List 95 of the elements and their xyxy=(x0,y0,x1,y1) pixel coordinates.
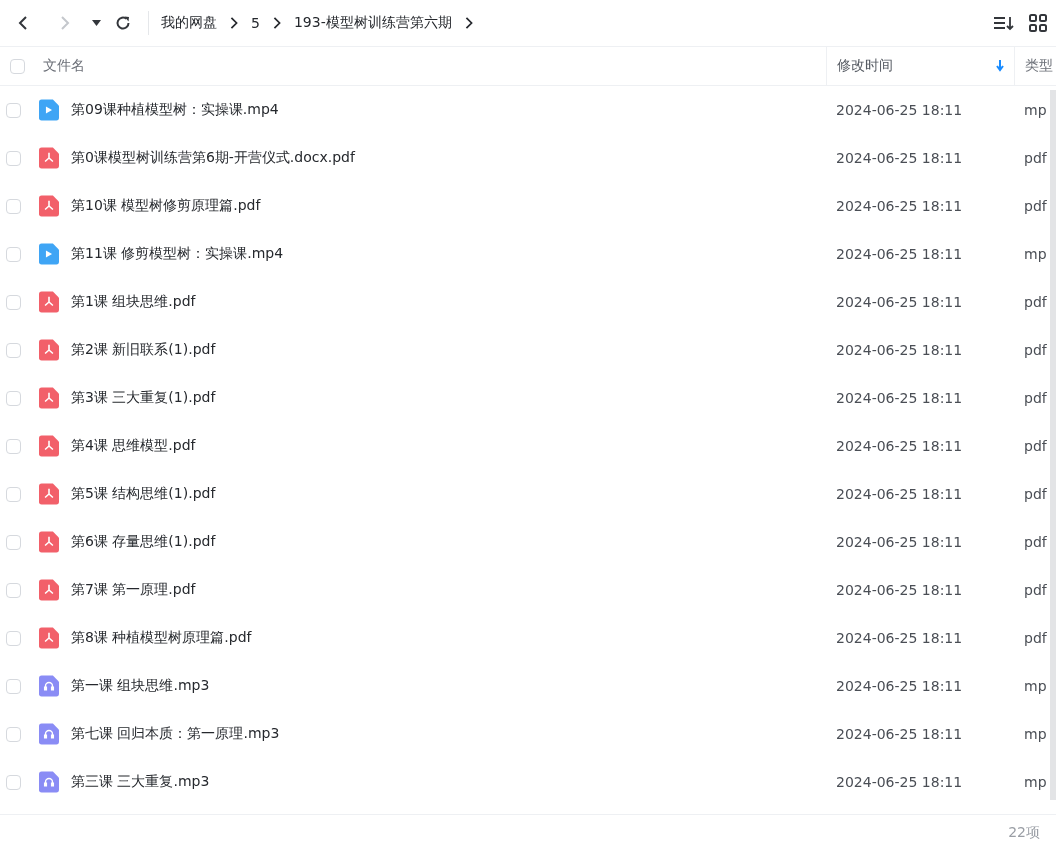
row-checkbox[interactable] xyxy=(6,246,21,262)
sort-arrow-icon xyxy=(996,60,1004,72)
breadcrumb-link[interactable]: 193-模型树训练营第六期 xyxy=(293,14,452,32)
file-name: 第11课 修剪模型树：实操课.mp4 xyxy=(71,245,284,263)
row-checkbox[interactable] xyxy=(6,774,21,790)
column-header[interactable]: 类型 xyxy=(1025,57,1053,75)
file-type: pdf xyxy=(1023,438,1048,454)
file-type: mp xyxy=(1023,726,1048,742)
file-type: pdf xyxy=(1023,390,1048,406)
column-header[interactable]: 修改时间 xyxy=(837,57,893,75)
file-name: 第7课 第一原理.pdf xyxy=(71,581,196,599)
modified-time: 2024-06-25 18:11 xyxy=(835,774,964,790)
chevron-icon xyxy=(229,17,239,29)
sort-icon xyxy=(994,15,1014,31)
grid-icon xyxy=(1029,14,1047,32)
file-type: mp xyxy=(1023,246,1048,262)
file-name: 第3课 三大重复(1).pdf xyxy=(71,389,216,407)
breadcrumb-link[interactable]: 我的网盘 xyxy=(161,14,217,32)
file-name: 第4课 思维模型.pdf xyxy=(71,437,196,455)
row-checkbox[interactable] xyxy=(6,294,21,310)
caret-icon xyxy=(91,20,101,26)
row-checkbox[interactable] xyxy=(6,726,21,742)
file-type: pdf xyxy=(1023,486,1048,502)
modified-time: 2024-06-25 18:11 xyxy=(835,582,964,598)
modified-time: 2024-06-25 18:11 xyxy=(835,438,964,454)
row-checkbox[interactable] xyxy=(6,102,21,118)
file-type: mp xyxy=(1023,678,1048,694)
row-checkbox[interactable] xyxy=(6,630,21,646)
file-type: pdf xyxy=(1023,534,1048,550)
file-name: 第10课 模型树修剪原理篇.pdf xyxy=(71,197,261,215)
file-name: 第七课 回归本质：第一原理.mp3 xyxy=(71,725,280,743)
modified-time: 2024-06-25 18:11 xyxy=(835,150,964,166)
video-file-icon xyxy=(39,242,59,266)
grid-view-button[interactable] xyxy=(1026,11,1050,35)
modified-time: 2024-06-25 18:11 xyxy=(835,486,964,502)
row-checkbox[interactable] xyxy=(6,486,21,502)
modified-time: 2024-06-25 18:11 xyxy=(835,294,964,310)
chevron-icon xyxy=(463,17,474,29)
chevron-left-icon xyxy=(18,16,28,30)
pdf-file-icon xyxy=(39,290,59,314)
file-type: mp xyxy=(1023,102,1048,118)
row-checkbox[interactable] xyxy=(6,342,21,358)
chevron-right-icon xyxy=(60,16,70,30)
file-name: 第三课 三大重复.mp3 xyxy=(71,773,210,791)
column-header[interactable]: 文件名 xyxy=(43,57,85,75)
file-type: pdf xyxy=(1023,342,1048,358)
pdf-file-icon xyxy=(39,482,59,506)
pdf-file-icon xyxy=(39,194,59,218)
file-name: 第5课 结构思维(1).pdf xyxy=(71,485,216,503)
pdf-file-icon xyxy=(39,386,59,410)
file-name: 第一课 组块思维.mp3 xyxy=(71,677,210,695)
modified-time: 2024-06-25 18:11 xyxy=(835,198,964,214)
file-name: 第2课 新旧联系(1).pdf xyxy=(71,341,216,359)
video-file-icon xyxy=(39,98,59,122)
file-name: 第6课 存量思维(1).pdf xyxy=(71,533,216,551)
row-checkbox[interactable] xyxy=(6,534,21,550)
row-checkbox[interactable] xyxy=(6,678,21,694)
row-checkbox[interactable] xyxy=(6,438,21,454)
file-name: 第8课 种植模型树原理篇.pdf xyxy=(71,629,252,647)
row-checkbox[interactable] xyxy=(6,198,21,214)
file-type: pdf xyxy=(1023,630,1048,646)
pdf-file-icon xyxy=(39,578,59,602)
chevron-icon xyxy=(271,17,282,29)
breadcrumb-link[interactable]: 5 xyxy=(251,15,260,31)
modified-time: 2024-06-25 18:11 xyxy=(835,390,964,406)
audio-file-icon xyxy=(39,770,59,794)
pdf-file-icon xyxy=(39,146,59,170)
file-name: 第1课 组块思维.pdf xyxy=(71,293,196,311)
modified-time: 2024-06-25 18:11 xyxy=(835,102,964,118)
audio-file-icon xyxy=(39,674,59,698)
modified-time: 2024-06-25 18:11 xyxy=(835,630,964,646)
select-all-checkbox[interactable] xyxy=(10,58,25,74)
file-type: pdf xyxy=(1023,198,1048,214)
audio-file-icon xyxy=(39,722,59,746)
modified-time: 2024-06-25 18:11 xyxy=(835,534,964,550)
file-type: pdf xyxy=(1023,294,1048,310)
modified-time: 2024-06-25 18:11 xyxy=(835,246,964,262)
pdf-file-icon xyxy=(39,626,59,650)
modified-time: 2024-06-25 18:11 xyxy=(835,726,964,742)
row-checkbox[interactable] xyxy=(6,582,21,598)
file-type: mp xyxy=(1023,774,1048,790)
file-type: pdf xyxy=(1023,582,1048,598)
item-count: 22项 xyxy=(1008,824,1040,842)
scrollbar[interactable] xyxy=(1050,90,1056,800)
row-checkbox[interactable] xyxy=(6,390,21,406)
pdf-file-icon xyxy=(39,530,59,554)
pdf-file-icon xyxy=(39,338,59,362)
modified-time: 2024-06-25 18:11 xyxy=(835,678,964,694)
refresh-icon xyxy=(115,15,131,31)
file-name: 第0课模型树训练营第6期-开营仪式.docx.pdf xyxy=(71,149,355,167)
row-checkbox[interactable] xyxy=(6,150,21,166)
pdf-file-icon xyxy=(39,434,59,458)
file-name: 第09课种植模型树：实操课.mp4 xyxy=(71,101,279,119)
modified-time: 2024-06-25 18:11 xyxy=(835,342,964,358)
file-type: pdf xyxy=(1023,150,1048,166)
